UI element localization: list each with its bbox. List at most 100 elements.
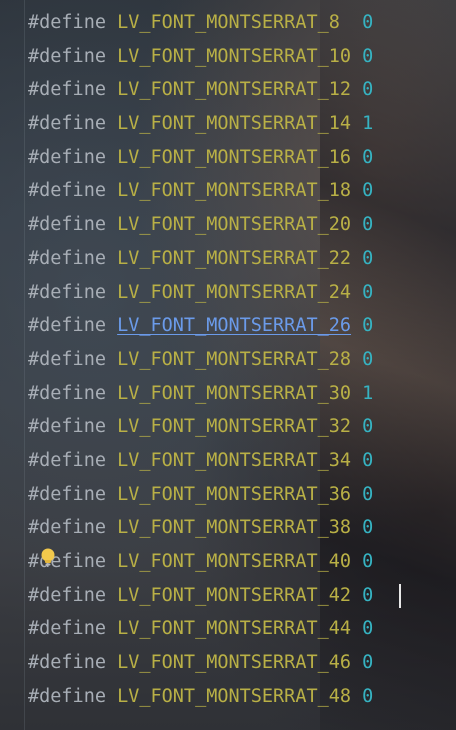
macro-name[interactable]: LV_FONT_MONTSERRAT_30 (117, 383, 351, 404)
macro-name[interactable]: LV_FONT_MONTSERRAT_44 (117, 618, 351, 639)
define-keyword: #define (28, 214, 106, 236)
macro-name[interactable]: LV_FONT_MONTSERRAT_28 (117, 349, 351, 370)
macro-name[interactable]: LV_FONT_MONTSERRAT_32 (117, 416, 351, 437)
macro-name[interactable]: LV_FONT_MONTSERRAT_14 (117, 113, 351, 134)
define-keyword: #define (28, 281, 106, 303)
macro-value[interactable]: 1 (362, 383, 373, 404)
macro-name[interactable]: LV_FONT_MONTSERRAT_24 (117, 282, 351, 303)
code-line[interactable]: #define LV_FONT_MONTSERRAT_18 0 (28, 174, 373, 208)
define-keyword: #define (28, 685, 106, 707)
macro-name[interactable]: LV_FONT_MONTSERRAT_46 (117, 652, 351, 673)
define-keyword: #define (28, 315, 106, 337)
define-keyword: #define (28, 180, 106, 202)
code-line[interactable]: #define LV_FONT_MONTSERRAT_8 0 (28, 6, 373, 40)
code-line[interactable]: #define LV_FONT_MONTSERRAT_16 0 (28, 141, 373, 175)
macro-value[interactable]: 0 (362, 79, 373, 100)
code-line[interactable]: #define LV_FONT_MONTSERRAT_38 0 (28, 511, 373, 545)
macro-name[interactable]: LV_FONT_MONTSERRAT_8 (117, 12, 340, 33)
indent-guide (24, 0, 25, 730)
macro-value[interactable]: 0 (362, 46, 373, 67)
code-area[interactable]: #define LV_FONT_MONTSERRAT_8 0 #define LV… (28, 6, 373, 713)
macro-value[interactable]: 0 (362, 517, 373, 538)
macro-name[interactable]: LV_FONT_MONTSERRAT_16 (117, 147, 351, 168)
code-line[interactable]: #define LV_FONT_MONTSERRAT_46 0 (28, 646, 373, 680)
code-line[interactable]: #define LV_FONT_MONTSERRAT_10 0 (28, 40, 373, 74)
code-line[interactable]: #define LV_FONT_MONTSERRAT_44 0 (28, 612, 373, 646)
macro-value[interactable]: 0 (362, 416, 373, 437)
macro-value[interactable]: 0 (362, 214, 373, 235)
define-keyword: #define (28, 517, 106, 539)
code-line[interactable]: #define LV_FONT_MONTSERRAT_20 0 (28, 208, 373, 242)
code-editor[interactable]: #define LV_FONT_MONTSERRAT_8 0 #define LV… (0, 0, 456, 730)
macro-name[interactable]: LV_FONT_MONTSERRAT_10 (117, 46, 351, 67)
macro-value[interactable]: 0 (362, 315, 373, 336)
code-line[interactable]: #define LV_FONT_MONTSERRAT_48 0 (28, 680, 373, 714)
macro-name[interactable]: LV_FONT_MONTSERRAT_22 (117, 248, 351, 269)
macro-value[interactable]: 0 (362, 686, 373, 707)
define-keyword: #define (28, 79, 106, 101)
code-line[interactable]: #define LV_FONT_MONTSERRAT_40 0 (28, 545, 373, 579)
macro-value[interactable]: 0 (362, 450, 373, 471)
text-caret (399, 584, 401, 608)
code-line[interactable]: #define LV_FONT_MONTSERRAT_32 0 (28, 410, 373, 444)
macro-value[interactable]: 0 (362, 180, 373, 201)
code-line[interactable]: #define LV_FONT_MONTSERRAT_30 1 (28, 377, 373, 411)
macro-name-link[interactable]: LV_FONT_MONTSERRAT_26 (117, 315, 351, 336)
code-line[interactable]: #define LV_FONT_MONTSERRAT_22 0 (28, 242, 373, 276)
macro-name[interactable]: LV_FONT_MONTSERRAT_36 (117, 484, 351, 505)
macro-name[interactable]: LV_FONT_MONTSERRAT_48 (117, 686, 351, 707)
macro-value[interactable]: 0 (362, 282, 373, 303)
define-keyword: #define (28, 652, 106, 674)
code-line[interactable]: #define LV_FONT_MONTSERRAT_42 0 (28, 579, 373, 613)
macro-name[interactable]: LV_FONT_MONTSERRAT_40 (117, 551, 351, 572)
macro-name[interactable]: LV_FONT_MONTSERRAT_34 (117, 450, 351, 471)
macro-value[interactable]: 0 (362, 349, 373, 370)
define-keyword: #define (28, 45, 106, 67)
code-line[interactable]: #define LV_FONT_MONTSERRAT_12 0 (28, 73, 373, 107)
define-keyword: #define (28, 382, 106, 404)
macro-value[interactable]: 0 (362, 248, 373, 269)
macro-name[interactable]: LV_FONT_MONTSERRAT_20 (117, 214, 351, 235)
code-line[interactable]: #define LV_FONT_MONTSERRAT_34 0 (28, 444, 373, 478)
lightbulb-icon[interactable] (40, 548, 56, 568)
macro-value[interactable]: 1 (362, 113, 373, 134)
define-keyword: #define (28, 348, 106, 370)
define-keyword: #define (28, 247, 106, 269)
macro-name[interactable]: LV_FONT_MONTSERRAT_18 (117, 180, 351, 201)
macro-value[interactable]: 0 (362, 484, 373, 505)
define-keyword: #define (28, 146, 106, 168)
code-line[interactable]: #define LV_FONT_MONTSERRAT_24 0 (28, 276, 373, 310)
define-keyword: #define (28, 416, 106, 438)
macro-value[interactable]: 0 (362, 652, 373, 673)
code-line[interactable]: #define LV_FONT_MONTSERRAT_28 0 (28, 343, 373, 377)
macro-value[interactable]: 0 (362, 618, 373, 639)
code-line[interactable]: #define LV_FONT_MONTSERRAT_26 0 (28, 309, 373, 343)
macro-value[interactable]: 0 (362, 147, 373, 168)
macro-name[interactable]: LV_FONT_MONTSERRAT_12 (117, 79, 351, 100)
macro-name[interactable]: LV_FONT_MONTSERRAT_42 (117, 585, 351, 606)
macro-value[interactable]: 0 (362, 12, 373, 33)
macro-value[interactable]: 0 (362, 585, 373, 606)
macro-name[interactable]: LV_FONT_MONTSERRAT_38 (117, 517, 351, 538)
macro-value[interactable]: 0 (362, 551, 373, 572)
code-line[interactable]: #define LV_FONT_MONTSERRAT_36 0 (28, 478, 373, 512)
code-line[interactable]: #define LV_FONT_MONTSERRAT_14 1 (28, 107, 373, 141)
define-keyword: #define (28, 449, 106, 471)
define-keyword: #define (28, 483, 106, 505)
